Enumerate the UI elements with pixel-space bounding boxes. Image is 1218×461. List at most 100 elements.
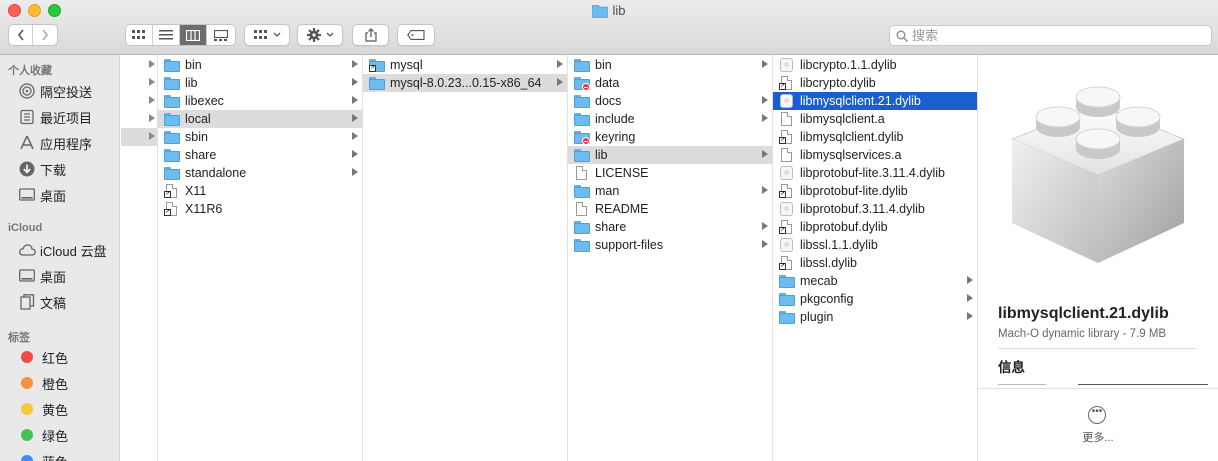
- disclosure-arrow-icon: [557, 60, 563, 68]
- file-row[interactable]: libssl.1.1.dylib: [773, 236, 977, 254]
- sidebar-item-icloud-desktop[interactable]: 桌面: [0, 264, 120, 288]
- library-file-icon: [1010, 86, 1186, 263]
- alias-document-icon: ↗: [779, 76, 795, 90]
- folder-icon: [164, 166, 180, 180]
- file-row[interactable]: libprotobuf-lite.3.11.4.dylib: [773, 164, 977, 182]
- file-row[interactable]: ↗ mysql: [363, 56, 567, 74]
- file-row[interactable]: share: [158, 146, 362, 164]
- sidebar-item-desktop[interactable]: 桌面: [0, 183, 120, 207]
- sidebar-item-airdrop[interactable]: 隔空投送: [0, 79, 120, 103]
- folder-icon: [574, 130, 590, 145]
- file-row[interactable]: docs: [568, 92, 772, 110]
- file-row[interactable]: mysql-8.0.23...0.15-x86_64: [363, 74, 567, 92]
- group-grid-icon: [253, 30, 267, 39]
- disclosure-arrow-icon: [352, 168, 358, 176]
- sidebar-item-documents[interactable]: 文稿: [0, 290, 120, 314]
- restricted-badge-icon: [582, 137, 590, 145]
- file-row[interactable]: libmysqlclient.a: [773, 110, 977, 128]
- file-row[interactable]: man: [568, 182, 772, 200]
- sidebar-tag-blue[interactable]: 蓝色: [0, 449, 120, 461]
- share-button[interactable]: [352, 24, 389, 46]
- preview-divider: [998, 348, 1196, 349]
- desktop-icon: [18, 267, 36, 285]
- icon-view-button[interactable]: [126, 25, 153, 45]
- file-row[interactable]: data: [568, 74, 772, 92]
- file-row[interactable]: mecab: [773, 272, 977, 290]
- disclosure-arrow-icon: [557, 78, 563, 86]
- file-row[interactable]: README: [568, 200, 772, 218]
- file-name: libprotobuf.3.11.4.dylib: [800, 202, 925, 216]
- file-name: libmysqlclient.dylib: [800, 130, 904, 144]
- gallery-view-button[interactable]: [207, 25, 235, 45]
- file-name: libprotobuf.dylib: [800, 220, 888, 234]
- file-row[interactable]: plugin: [773, 308, 977, 326]
- file-row[interactable]: ↗ libprotobuf.dylib: [773, 218, 977, 236]
- file-name: bin: [595, 58, 612, 72]
- file-row[interactable]: ↗ libprotobuf-lite.dylib: [773, 182, 977, 200]
- file-row[interactable]: libmysqlservices.a: [773, 146, 977, 164]
- sidebar-tag-red[interactable]: 红色: [0, 345, 120, 369]
- more-icon[interactable]: •••: [1088, 406, 1106, 424]
- disclosure-arrow-icon: [762, 240, 768, 248]
- file-row[interactable]: local: [158, 110, 362, 128]
- preview-info-heading: 信息: [998, 360, 1025, 375]
- chevron-left-icon: [17, 29, 24, 41]
- disclosure-arrow-icon: [352, 114, 358, 122]
- list-view-button[interactable]: [153, 25, 180, 45]
- file-row[interactable]: ↗ libcrypto.dylib: [773, 74, 977, 92]
- documents-icon: [18, 293, 36, 311]
- preview-pane: libmysqlclient.21.dylib Mach-O dynamic l…: [978, 55, 1218, 461]
- forward-button[interactable]: [33, 25, 57, 45]
- file-row[interactable]: bin: [158, 56, 362, 74]
- sidebar-tag-orange[interactable]: 橙色: [0, 371, 120, 395]
- sidebar-tag-green[interactable]: 绿色: [0, 423, 120, 447]
- file-row[interactable]: libmysqlclient.21.dylib: [773, 92, 977, 110]
- file-name: libssl.dylib: [800, 256, 857, 270]
- document-icon: [574, 202, 590, 216]
- sidebar-tag-yellow[interactable]: 黄色: [0, 397, 120, 421]
- file-row[interactable]: ↗ libmysqlclient.dylib: [773, 128, 977, 146]
- file-row[interactable]: pkgconfig: [773, 290, 977, 308]
- search-icon: [896, 30, 908, 42]
- file-row[interactable]: libexec: [158, 92, 362, 110]
- file-row[interactable]: keyring: [568, 128, 772, 146]
- preview-file-kind: Mach-O dynamic library - 7.9 MB: [998, 328, 1167, 340]
- action-button[interactable]: [297, 24, 343, 46]
- file-name: plugin: [800, 310, 834, 324]
- column-mysql: bin data docs include keyring lib LICENSE man RE…: [568, 55, 773, 461]
- window-title-text: lib: [612, 3, 626, 18]
- file-row[interactable]: bin: [568, 56, 772, 74]
- file-row[interactable]: sbin: [158, 128, 362, 146]
- file-name: mysql-8.0.23...0.15-x86_64: [390, 76, 542, 90]
- file-name: mysql: [390, 58, 423, 72]
- red-tag-dot-icon: [21, 351, 33, 363]
- sidebar-item-recents[interactable]: 最近项目: [0, 105, 120, 129]
- file-row[interactable]: ↗ X11: [158, 182, 362, 200]
- file-row[interactable]: LICENSE: [568, 164, 772, 182]
- file-row[interactable]: support-files: [568, 236, 772, 254]
- sidebar-item-applications[interactable]: 应用程序: [0, 131, 120, 155]
- disclosure-arrow-icon: [149, 114, 155, 122]
- file-row[interactable]: libprotobuf.3.11.4.dylib: [773, 200, 977, 218]
- back-button[interactable]: [9, 25, 33, 45]
- group-by-button[interactable]: [244, 24, 290, 46]
- file-row[interactable]: standalone: [158, 164, 362, 182]
- cloud-icon: [18, 241, 36, 259]
- sidebar-item-icloud-drive[interactable]: iCloud 云盘: [0, 238, 120, 262]
- file-row[interactable]: libcrypto.1.1.dylib: [773, 56, 977, 74]
- column-view-button[interactable]: [180, 25, 207, 45]
- file-row[interactable]: share: [568, 218, 772, 236]
- file-row[interactable]: lib: [568, 146, 772, 164]
- search-input[interactable]: 搜索: [889, 25, 1212, 46]
- file-row[interactable]: ↗ libssl.dylib: [773, 254, 977, 272]
- sidebar-item-label: 橙色: [42, 376, 69, 392]
- edit-tags-button[interactable]: [397, 24, 435, 46]
- file-row[interactable]: lib: [158, 74, 362, 92]
- file-row[interactable]: ↗ X11R6: [158, 200, 362, 218]
- more-button[interactable]: 更多...: [978, 429, 1218, 445]
- file-name: man: [595, 184, 620, 198]
- disclosure-arrow-icon: [762, 96, 768, 104]
- file-row[interactable]: include: [568, 110, 772, 128]
- sidebar-item-downloads[interactable]: 下载: [0, 157, 120, 181]
- file-name: libprotobuf-lite.dylib: [800, 184, 908, 198]
